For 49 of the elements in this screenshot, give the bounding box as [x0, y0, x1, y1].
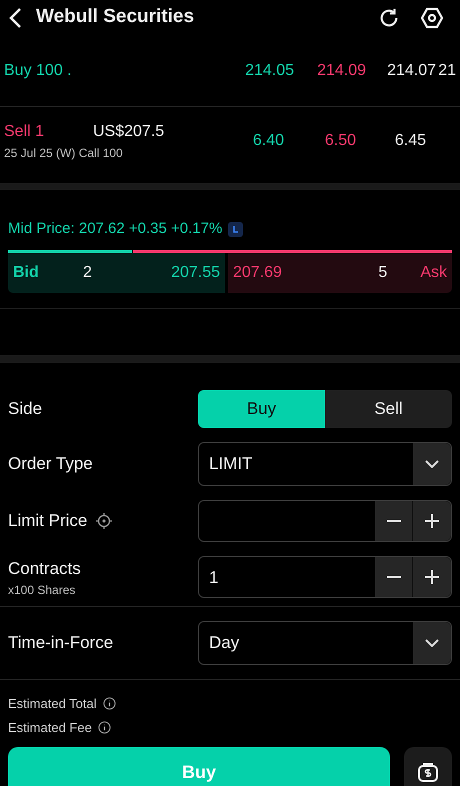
leg-price: 214.07 — [386, 60, 436, 80]
number-field[interactable] — [198, 500, 452, 542]
plus-icon — [425, 514, 439, 528]
side-tab[interactable]: Buy — [198, 390, 325, 428]
leg-action: Buy 100 . — [4, 60, 73, 80]
leg-price: 214.09 — [316, 60, 366, 80]
settings-icon[interactable] — [420, 6, 444, 30]
leg-price: 6.50 — [324, 131, 356, 151]
leg-price: 214.05 — [244, 60, 294, 80]
chevron-down-icon — [425, 639, 439, 647]
leg-price: 6.45 — [394, 131, 426, 151]
select-field[interactable]: Day — [198, 621, 452, 665]
leg-action: Sell 1 — [4, 122, 46, 142]
number-field[interactable]: 1 — [198, 556, 452, 598]
field-label: Limit Price — [8, 510, 88, 532]
field-label: Side — [8, 398, 42, 420]
ask-label: Ask — [420, 262, 447, 282]
plus-button[interactable] — [413, 500, 451, 540]
clock-icon — [228, 222, 244, 237]
field-label: Order Type — [8, 452, 93, 475]
estimate-label: Estimated Fee — [8, 718, 92, 736]
bid-size: 2 — [83, 262, 92, 282]
back-icon[interactable] — [8, 6, 22, 28]
leg-price: 21 — [437, 60, 456, 80]
bid-label: Bid — [13, 262, 40, 282]
plus-icon — [425, 570, 439, 584]
mid-price: Mid Price: 207.62 +0.35 +0.17% — [8, 219, 222, 239]
strike-price: US$207.5 — [93, 122, 164, 142]
select-field[interactable]: LIMIT — [198, 442, 452, 486]
estimate-label: Estimated Total — [8, 695, 97, 713]
info-icon[interactable] — [98, 720, 111, 734]
ask-price: 207.69 — [233, 262, 282, 282]
minus-icon — [386, 520, 400, 522]
ask-size: 5 — [378, 262, 388, 282]
refresh-icon[interactable] — [378, 6, 400, 28]
page-title: Webull Securities — [36, 5, 194, 30]
wallet-button[interactable] — [404, 747, 452, 786]
leg-price: 6.40 — [252, 131, 284, 151]
money-bag-icon — [417, 761, 439, 783]
field-label: Time-in-Force — [8, 632, 114, 654]
contract-detail: 25 Jul 25 (W) Call 100 — [4, 145, 124, 162]
chevron-down-icon — [425, 460, 439, 468]
side-tab[interactable]: Sell — [325, 390, 452, 428]
plus-button[interactable] — [413, 557, 451, 598]
field-sublabel: x100 Shares — [8, 582, 76, 599]
field-label: Contracts — [8, 558, 81, 580]
minus-icon — [386, 576, 400, 578]
info-icon[interactable] — [102, 697, 116, 710]
bid-price: 207.55 — [171, 262, 220, 282]
